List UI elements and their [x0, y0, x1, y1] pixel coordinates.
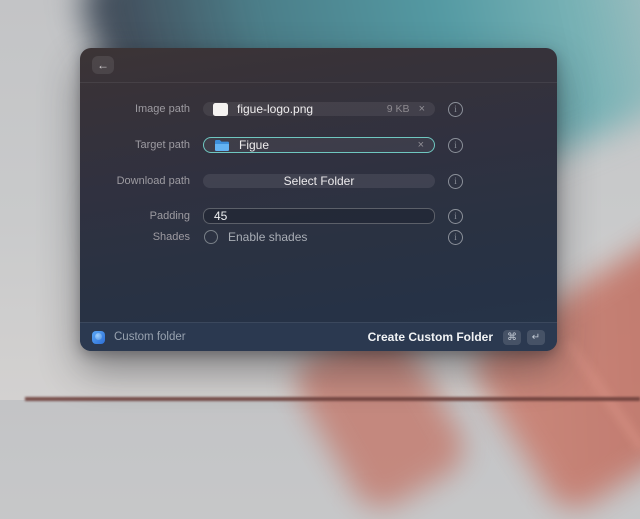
clear-target-icon[interactable]: ×	[418, 139, 424, 151]
enter-key-icon: ↵	[527, 330, 545, 345]
back-arrow-icon: ←	[97, 58, 109, 72]
info-icon[interactable]: i	[448, 138, 463, 153]
custom-folder-dialog: ← Image path figue-logo.png 9 KB × i Tar…	[80, 48, 557, 351]
padding-input[interactable]: 45	[203, 208, 435, 224]
row-image-path: Image path figue-logo.png 9 KB × i	[80, 95, 557, 123]
row-shades: Shades Enable shades i	[80, 230, 557, 244]
info-icon[interactable]: i	[448, 102, 463, 117]
target-path-label: Target path	[80, 139, 190, 151]
enable-shades-option-label: Enable shades	[228, 230, 307, 244]
dialog-footer: Custom folder Create Custom Folder ⌘ ↵	[80, 322, 557, 351]
cmd-key-icon: ⌘	[503, 330, 521, 345]
row-target-path: Target path Figue × i	[80, 130, 557, 160]
info-icon[interactable]: i	[448, 174, 463, 189]
file-size-badge: 9 KB	[387, 103, 410, 115]
extension-name: Custom folder	[114, 331, 186, 343]
wallpaper-coral-line	[564, 339, 640, 451]
shades-label: Shades	[80, 231, 190, 243]
image-path-value: figue-logo.png	[237, 102, 313, 116]
target-path-field[interactable]: Figue ×	[203, 137, 435, 153]
select-folder-button[interactable]: Select Folder	[203, 174, 435, 188]
create-custom-folder-button[interactable]: Create Custom Folder	[368, 330, 493, 344]
target-path-value: Figue	[239, 138, 269, 152]
wallpaper-maroon-strip	[25, 397, 640, 401]
image-thumbnail-icon	[213, 103, 228, 116]
enable-shades-checkbox[interactable]	[204, 230, 218, 244]
back-button[interactable]: ←	[92, 56, 114, 74]
extension-app-icon	[92, 331, 105, 344]
row-padding: Padding 45 i	[80, 204, 557, 228]
folder-icon	[214, 139, 230, 152]
row-download-path: Download path Select Folder i	[80, 167, 557, 195]
info-icon[interactable]: i	[448, 230, 463, 245]
info-icon[interactable]: i	[448, 209, 463, 224]
clear-image-icon[interactable]: ×	[419, 103, 425, 115]
download-path-label: Download path	[80, 175, 190, 187]
dialog-header: ←	[80, 48, 557, 83]
padding-value: 45	[214, 209, 227, 223]
padding-label: Padding	[80, 210, 190, 222]
image-path-field[interactable]: figue-logo.png 9 KB ×	[203, 102, 435, 116]
image-path-label: Image path	[80, 103, 190, 115]
